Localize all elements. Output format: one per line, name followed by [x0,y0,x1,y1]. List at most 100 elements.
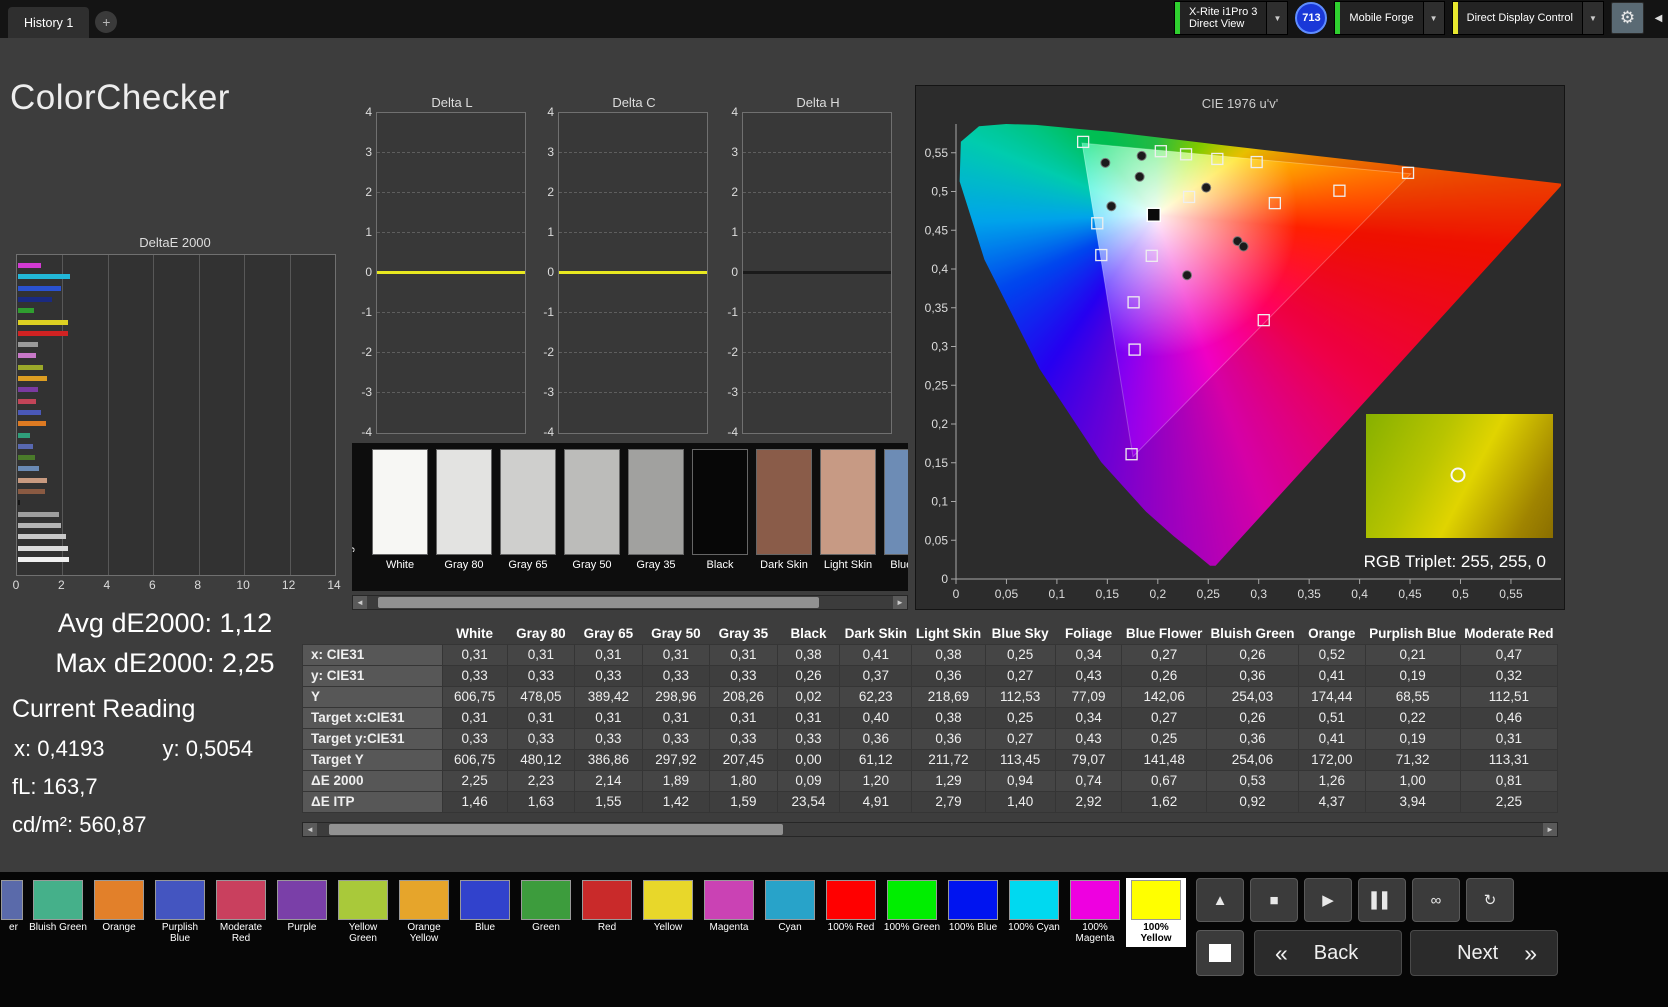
patch-button-er[interactable]: er [0,878,27,947]
scrollbar-track[interactable] [367,596,893,609]
swatch-dark-skin[interactable]: Dark Skin [756,449,812,571]
chevron-down-icon[interactable]: ▼ [1582,2,1603,34]
table-scrollbar[interactable]: ◄ ► [302,822,1558,837]
patch-button-red[interactable]: Red [577,878,637,947]
swatch-black[interactable]: Black [692,449,748,571]
table-cell: 2,25 [441,769,508,792]
table-cell: 254,03 [1205,685,1299,708]
table-cell: 2,79 [911,790,986,813]
patch-button-100-cyan[interactable]: 100% Cyan [1004,878,1064,947]
patch-button-purplish-blue[interactable]: Purplish Blue [150,878,210,947]
axis-tick-label: 3 [731,145,738,159]
swatch-gray-50[interactable]: Gray 50 [564,449,620,571]
scrollbar-track[interactable] [317,823,1543,836]
up-button[interactable]: ▲ [1196,878,1244,922]
table-row[interactable]: Target x:CIE31 0,31 0,31 0,31 0,31 0,31 0,31 0,… [302,706,1558,729]
swatch-gray-80[interactable]: Gray 80 [436,449,492,571]
swatch-blue-sky[interactable]: Blue Sky [884,449,908,571]
pattern-generator-dropdown[interactable]: Mobile Forge ▼ [1334,1,1445,35]
settings-button[interactable]: ⚙ [1611,2,1644,34]
gridline [559,232,707,233]
next-button[interactable]: Next » [1410,930,1558,976]
topbar: History 1 + X-Rite i1Pro 3 Direct View ▼… [0,0,1668,38]
collapse-panel-button[interactable]: ◀ [1651,2,1666,34]
patch-button-100-blue[interactable]: 100% Blue [943,878,1003,947]
patch-button-100-magenta[interactable]: 100% Magenta [1065,878,1125,947]
chevron-down-icon[interactable]: ▼ [1422,2,1444,34]
stop-button[interactable]: ■ [1250,878,1298,922]
history-tab[interactable]: History 1 [8,7,90,38]
table-row[interactable]: Y 606,75 478,05 389,42 298,96 208,26 0,02 62,23… [302,685,1558,708]
axis-tick-label: -2 [543,345,554,359]
patch-button-bluish-green[interactable]: Bluish Green [28,878,88,947]
table-row[interactable]: ΔE ITP 1,46 1,63 1,55 1,42 1,59 23,54 4,91 2,79 1… [302,790,1558,813]
table-row[interactable]: x: CIE31 0,31 0,31 0,31 0,31 0,31 0,38 0,41 0,38… [302,643,1558,666]
table-cell: 2,14 [574,769,643,792]
scroll-left-icon[interactable]: ◄ [353,596,367,609]
measured-point [1201,182,1212,193]
patch-button-cyan[interactable]: Cyan [760,878,820,947]
target-point [1145,249,1158,262]
table-cell: 211,72 [911,748,986,771]
table-cell: 298,96 [641,685,711,708]
patch-button-green[interactable]: Green [516,878,576,947]
infinite-loop-button[interactable]: ∞ [1412,878,1460,922]
swatch-light-skin[interactable]: Light Skin [820,449,876,571]
meter-dropdown[interactable]: X-Rite i1Pro 3 Direct View ▼ [1173,1,1289,35]
patch-button-yellow-green[interactable]: Yellow Green [333,878,393,947]
add-tab-button[interactable]: + [95,11,118,33]
next-label: Next [1457,941,1499,964]
axis-tick-label: 14 [327,578,341,592]
patch-button-100-green[interactable]: 100% Green [882,878,942,947]
table-row[interactable]: ΔE 2000 2,25 2,23 2,14 1,89 1,80 0,09 1,20 1,29 0… [302,769,1558,792]
chevron-down-icon[interactable]: ▼ [1266,2,1288,34]
table-cell: 0,19 [1364,664,1461,687]
measured-point [1182,270,1193,281]
patch-button-purple[interactable]: Purple [272,878,332,947]
pattern-window-button[interactable] [1196,930,1244,976]
swatch-label: White [385,559,415,571]
de-bar [18,330,68,336]
patch-button-magenta[interactable]: Magenta [699,878,759,947]
axis-tick-label: 0,05 [995,587,1019,601]
patch-button-moderate-red[interactable]: Moderate Red [211,878,271,947]
swatch-scrollbar[interactable]: ◄ ► [352,595,908,610]
swatch-label: Light Skin [823,559,873,571]
axis-tick-label: 0 [547,265,554,279]
table-cell: 0,46 [1459,706,1558,729]
back-button[interactable]: « Back [1254,930,1402,976]
table-row[interactable]: Target Y 606,75 480,12 386,86 297,92 207,45 0,… [302,748,1558,771]
scrollbar-thumb[interactable] [377,597,820,608]
delta-plot [742,112,892,434]
reading-cd: cd/m²: 560,87 [12,812,147,837]
table-row[interactable]: Target y:CIE31 0,33 0,33 0,33 0,33 0,33 0,33 0,… [302,727,1558,750]
scroll-left-icon[interactable]: ◄ [303,823,317,836]
table-cell: 386,86 [574,748,643,771]
display-control-dropdown[interactable]: Direct Display Control ▼ [1451,1,1604,35]
bottom-toolbar: er Bluish Green Orange Purplish Blue Moderat… [0,872,1668,1007]
swatch-gray-65[interactable]: Gray 65 [500,449,556,571]
patch-button-orange[interactable]: Orange [89,878,149,947]
pause-button[interactable]: ▌▌ [1358,878,1406,922]
table-cell: 1,80 [709,769,778,792]
swatch-gray-35[interactable]: Gray 35 [628,449,684,571]
row-label: ΔE 2000 [302,769,443,792]
patch-color [338,880,388,920]
play-button[interactable]: ▶ [1304,878,1352,922]
repeat-button[interactable]: ↻ [1466,878,1514,922]
patch-button-orange-yellow[interactable]: Orange Yellow [394,878,454,947]
patch-button-100-yellow[interactable]: 100% Yellow [1126,878,1186,947]
table-cell: 0,33 [776,727,841,750]
patch-button-100-red[interactable]: 100% Red [821,878,881,947]
scroll-right-icon[interactable]: ► [1543,823,1557,836]
patch-button-blue[interactable]: Blue [455,878,515,947]
patch-button-yellow[interactable]: Yellow [638,878,698,947]
table-cell: 297,92 [641,748,711,771]
scrollbar-thumb[interactable] [329,824,783,835]
scroll-right-icon[interactable]: ► [893,596,907,609]
table-cell: 77,09 [1054,685,1123,708]
swatch-white[interactable]: White [372,449,428,571]
table-cell: 208,26 [709,685,778,708]
table-row[interactable]: y: CIE31 0,33 0,33 0,33 0,33 0,33 0,26 0,37 0,36… [302,664,1558,687]
reading-fl: fL: 163,7 [12,774,98,799]
